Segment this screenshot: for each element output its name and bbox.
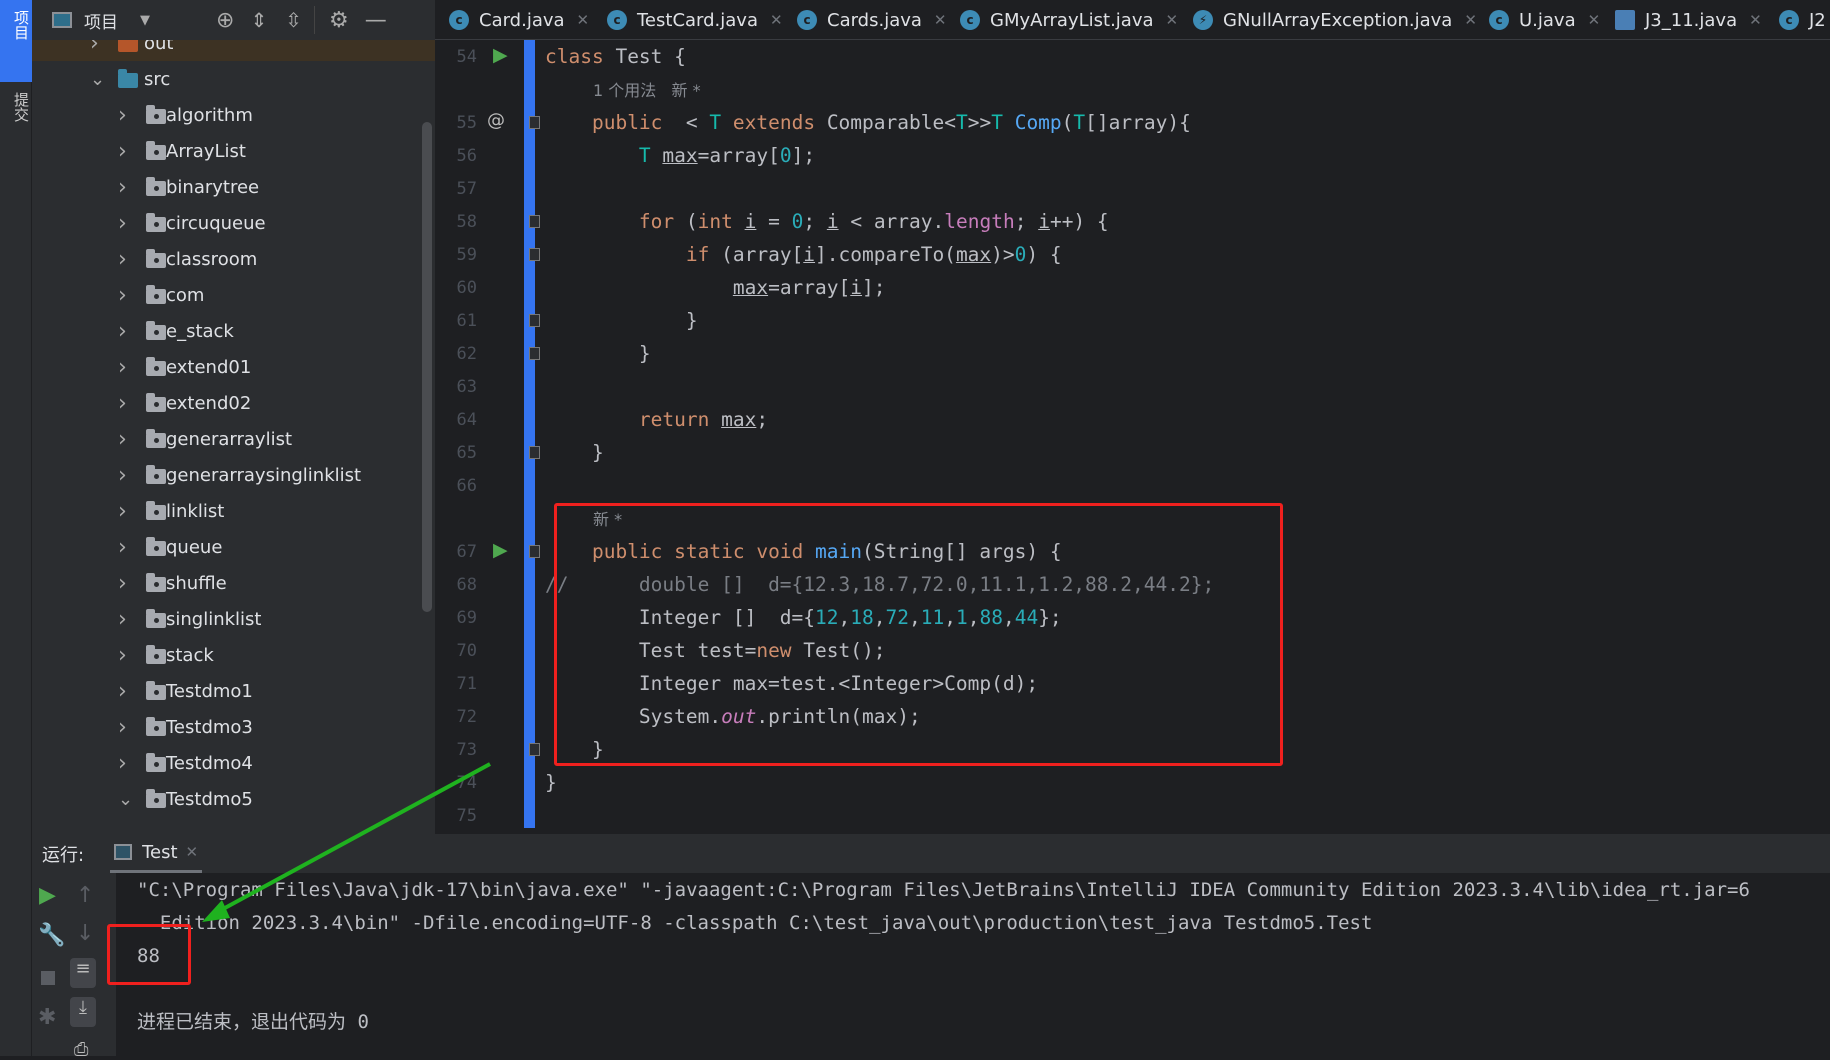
arrow-shaft — [211, 762, 491, 917]
fold-icon[interactable] — [529, 215, 540, 228]
fold-icon[interactable] — [529, 347, 540, 360]
fold-icon[interactable] — [529, 314, 540, 327]
fold-icon[interactable] — [529, 446, 540, 459]
fold-icon[interactable] — [529, 248, 540, 261]
fold-icon[interactable] — [529, 545, 540, 558]
annotation-arrow — [202, 762, 491, 922]
fold-icon[interactable] — [529, 116, 540, 129]
fold-icon[interactable] — [529, 743, 540, 756]
arrow-head — [202, 900, 230, 922]
